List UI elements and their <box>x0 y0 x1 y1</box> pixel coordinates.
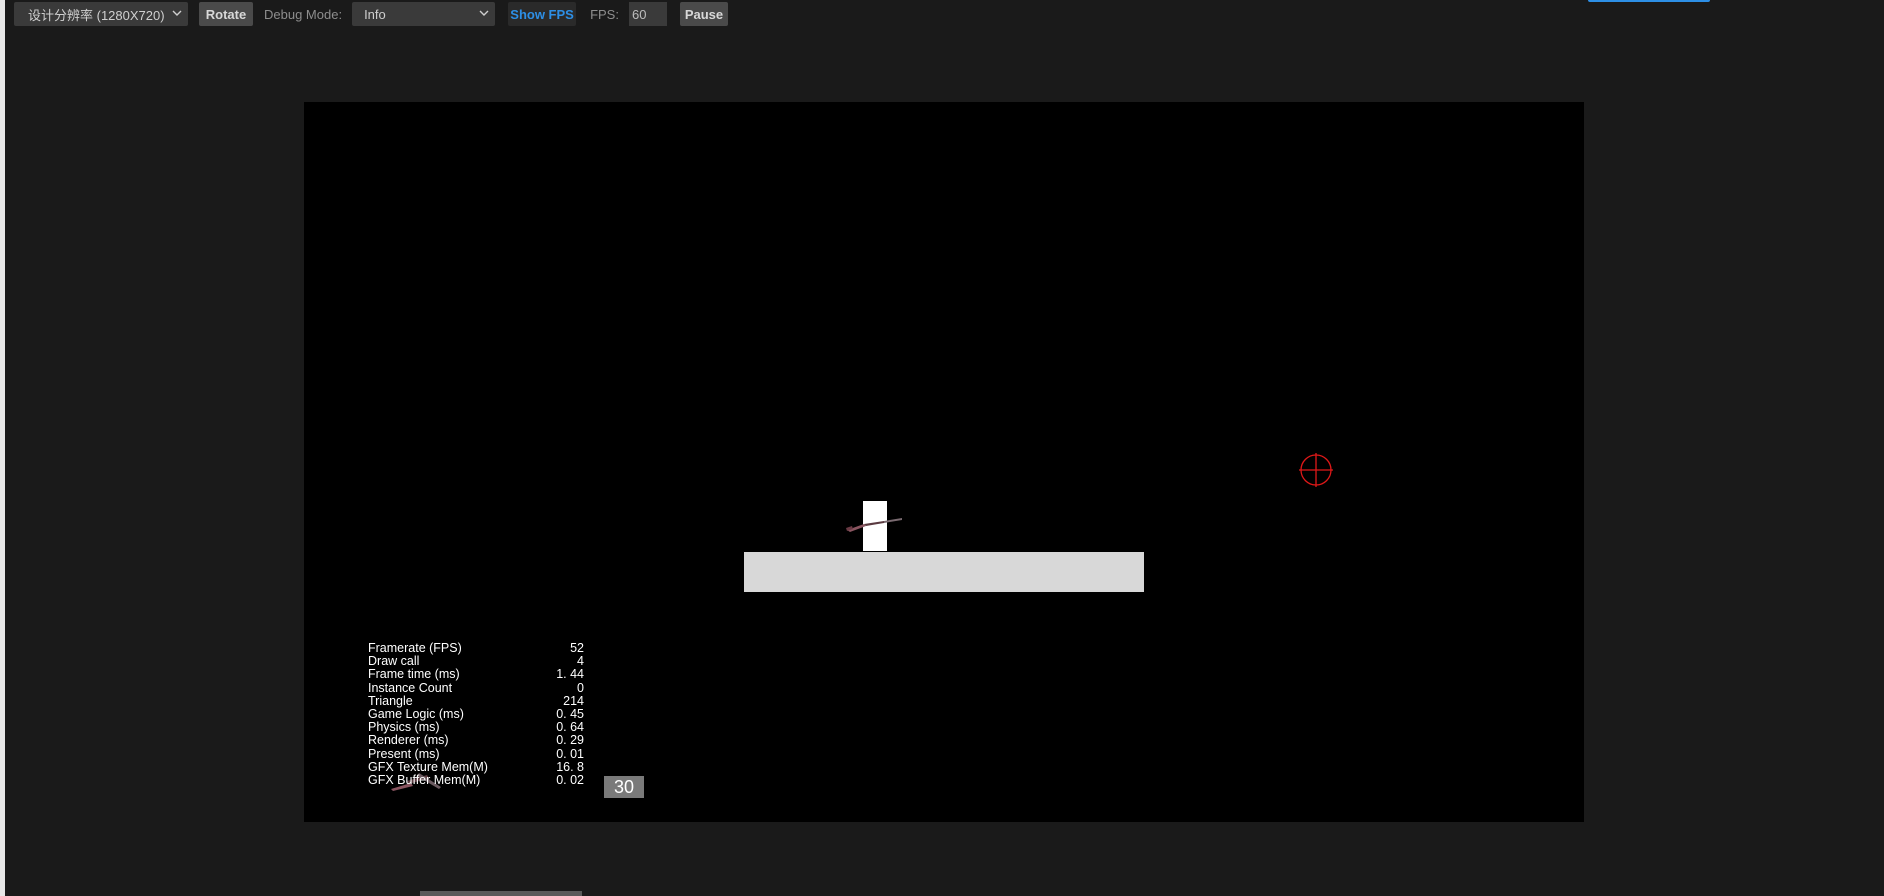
rotate-button[interactable]: Rotate <box>199 2 253 26</box>
debug-stat-label: Renderer (ms) <box>368 733 449 748</box>
fps-label: FPS: <box>590 6 619 22</box>
debug-stat-value: 0. 01 <box>556 746 584 761</box>
score-counter: 30 <box>604 776 644 798</box>
resolution-select[interactable]: 设计分辨率 (1280X720) <box>14 2 188 26</box>
horizontal-scrollbar[interactable] <box>420 891 582 896</box>
gun-icon <box>846 518 902 532</box>
debug-stats-panel: Framerate (FPS) 52 Draw call 4 Frame time (m… <box>368 641 584 788</box>
debug-mode-label: Debug Mode: <box>264 6 343 22</box>
debug-stat-label: GFX Buffer Mem(M) <box>368 773 481 788</box>
debug-stat-value: 0. 29 <box>556 733 584 748</box>
preview-toolbar: 设计分辨率 (1280X720) Rotate Debug Mode: Info… <box>14 2 728 26</box>
debug-mode-select[interactable]: Info <box>352 2 496 26</box>
debug-stat-row: GFX Buffer Mem(M) 0. 02 <box>368 773 584 788</box>
window-edge <box>0 0 5 896</box>
chevron-down-icon <box>479 10 489 16</box>
debug-stat-row: Renderer (ms) 0. 29 <box>368 734 584 747</box>
show-fps-toggle[interactable]: Show FPS <box>508 2 577 26</box>
debug-stat-value: 0. 02 <box>556 773 584 788</box>
debug-stat-row: Present (ms) 0. 01 <box>368 746 584 761</box>
debug-stat-value: 1. 44 <box>556 667 584 682</box>
debug-stat-row: Instance Count 0 <box>368 680 584 695</box>
debug-stat-row: Frame time (ms) 1. 44 <box>368 668 584 681</box>
debug-stat-value: 0 <box>577 680 584 695</box>
debug-stat-label: Frame time (ms) <box>368 667 460 682</box>
ground-platform <box>744 552 1144 592</box>
pause-button[interactable]: Pause <box>679 2 728 26</box>
debug-stat-label: Present (ms) <box>368 746 440 761</box>
fps-input[interactable]: 60 <box>628 2 667 26</box>
crosshair-icon <box>1299 453 1333 487</box>
resolution-select-value: 设计分辨率 (1280X720) <box>28 7 165 23</box>
debug-stat-label: Instance Count <box>368 680 453 695</box>
chevron-down-icon <box>172 10 182 16</box>
game-canvas[interactable]: Framerate (FPS) 52 Draw call 4 Frame time (m… <box>304 102 1584 822</box>
top-accent-bar <box>1588 0 1710 2</box>
debug-mode-select-value: Info <box>364 6 386 22</box>
